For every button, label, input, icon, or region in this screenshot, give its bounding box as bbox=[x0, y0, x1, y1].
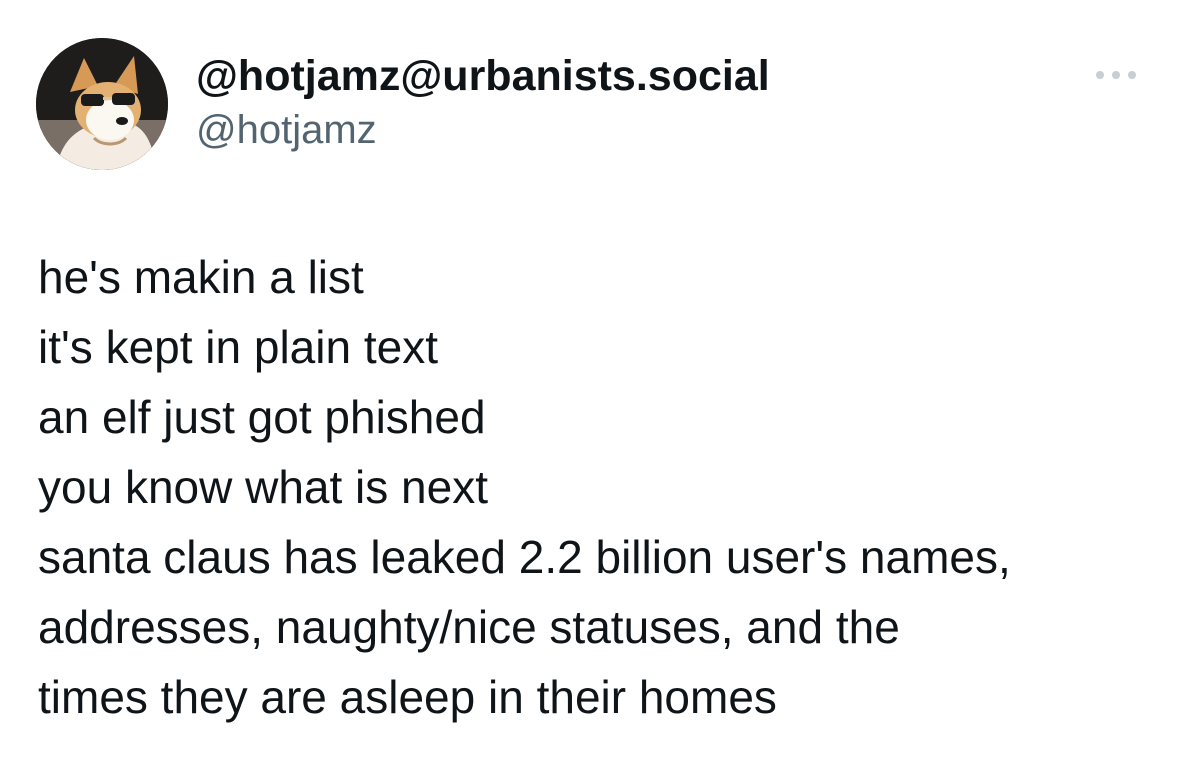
user-handle[interactable]: @hotjamz bbox=[196, 106, 377, 154]
more-options-button[interactable] bbox=[1088, 60, 1144, 90]
post-text-line: you know what is next bbox=[38, 461, 489, 513]
post-text: he's makin a list it's kept in plain tex… bbox=[38, 242, 1148, 732]
avatar[interactable] bbox=[36, 38, 168, 170]
post-text-line: addresses, naughty/nice statuses, and th… bbox=[38, 601, 900, 653]
display-name[interactable]: @hotjamz@urbanists.social bbox=[196, 50, 770, 102]
post-text-line: santa claus has leaked 2.2 billion user'… bbox=[38, 531, 1011, 583]
post-text-line: it's kept in plain text bbox=[38, 321, 438, 373]
post-text-line: an elf just got phished bbox=[38, 391, 486, 443]
ellipsis-icon bbox=[1096, 71, 1136, 79]
post-text-line: he's makin a list bbox=[38, 251, 364, 303]
post: @hotjamz@urbanists.social @hotjamz he's … bbox=[0, 0, 1179, 782]
post-text-line: times they are asleep in their homes bbox=[38, 671, 777, 723]
dog-avatar-icon bbox=[36, 38, 168, 170]
